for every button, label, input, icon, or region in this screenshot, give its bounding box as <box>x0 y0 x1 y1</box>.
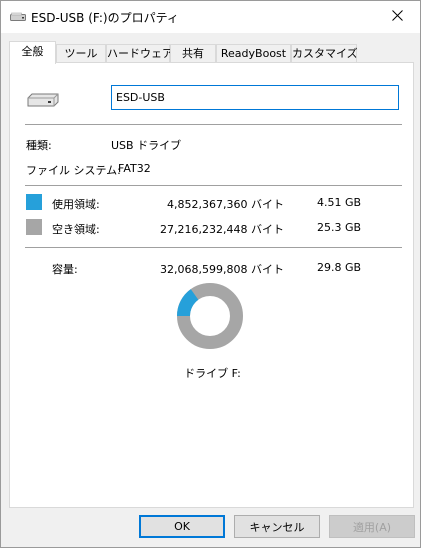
filesystem-value: FAT32 <box>118 162 151 175</box>
close-button[interactable] <box>374 1 420 33</box>
general-panel: ESD-USB 種類: USB ドライブ ファイル システム: FAT32 使用… <box>9 62 414 508</box>
tab-readyboost[interactable]: ReadyBoost <box>216 44 291 63</box>
used-space-arc <box>177 289 199 317</box>
capacity-bytes: 32,068,599,808 バイト <box>160 263 284 276</box>
title-bar: ESD-USB (F:)のプロパティ <box>1 1 420 33</box>
free-space-size: 25.3 GB <box>317 221 362 234</box>
free-space-label: 空き領域: <box>52 223 100 236</box>
capacity-label: 容量: <box>52 263 78 276</box>
type-value: USB ドライブ <box>111 139 182 152</box>
used-space-size: 4.51 GB <box>317 196 362 209</box>
properties-window: ESD-USB (F:)のプロパティ 全般 ツール ハードウェア 共有 Read… <box>0 0 421 548</box>
capacity-size: 29.8 GB <box>317 261 362 274</box>
tab-general[interactable]: 全般 <box>9 41 56 64</box>
used-space-bytes: 4,852,367,360 バイト <box>167 198 284 211</box>
free-space-swatch <box>26 219 42 235</box>
tab-strip: 全般 ツール ハードウェア 共有 ReadyBoost カスタマイズ <box>9 41 414 64</box>
cancel-button[interactable]: キャンセル <box>234 515 320 538</box>
usage-donut-chart <box>177 283 243 352</box>
drive-name-input[interactable]: ESD-USB <box>111 85 399 110</box>
usb-drive-large-icon <box>26 92 60 111</box>
used-space-label: 使用領域: <box>52 198 100 211</box>
separator <box>25 124 402 125</box>
usb-drive-icon <box>10 12 26 25</box>
close-icon <box>391 10 403 24</box>
separator <box>25 185 402 186</box>
tab-tools[interactable]: ツール <box>56 44 106 63</box>
tab-hardware[interactable]: ハードウェア <box>106 44 173 63</box>
tab-sharing[interactable]: 共有 <box>170 44 216 63</box>
ok-button[interactable]: OK <box>139 515 225 538</box>
separator <box>25 247 402 248</box>
drive-letter-label: ドライブ F: <box>184 367 241 380</box>
type-label: 種類: <box>26 139 52 152</box>
window-title: ESD-USB (F:)のプロパティ <box>31 11 179 25</box>
apply-button[interactable]: 適用(A) <box>329 515 415 538</box>
free-space-bytes: 27,216,232,448 バイト <box>160 223 284 236</box>
used-space-swatch <box>26 194 42 210</box>
filesystem-label: ファイル システム: <box>26 164 121 177</box>
tab-customize[interactable]: カスタマイズ <box>291 44 358 63</box>
